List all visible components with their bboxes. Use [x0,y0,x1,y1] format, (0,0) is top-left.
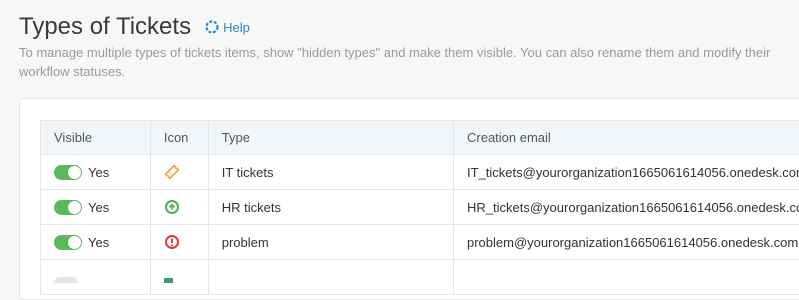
email-cell: IT_tickets@yourorganization1665061614056… [454,155,799,190]
type-cell[interactable]: HR tickets [208,190,453,225]
type-icon[interactable] [164,278,173,283]
email-cell: problem@yourorganization1665061614056.on… [454,225,799,260]
icon-cell [150,260,208,295]
icon-cell [150,155,208,190]
type-cell[interactable] [208,260,453,295]
visible-cell: Yes [41,155,151,190]
page-header: Types of Tickets Help [19,12,250,42]
type-cell[interactable]: problem [208,225,453,260]
visible-label: Yes [88,200,109,215]
exclamation-circle-icon[interactable] [164,234,180,250]
visibility-toggle[interactable] [54,277,78,283]
column-header-creation-email[interactable]: Creation email [454,121,799,155]
circle-arrow-icon[interactable] [164,199,180,215]
table-row: Yes problem problem@yourorganization1665… [41,225,799,260]
title-row: Types of Tickets Help [19,12,250,42]
help-link[interactable]: Help [205,20,250,35]
visibility-toggle[interactable] [54,165,82,180]
visibility-toggle[interactable] [54,235,82,250]
help-icon [205,20,219,34]
icon-cell [150,190,208,225]
visible-cell: Yes [41,225,151,260]
table-row: Yes IT tickets IT_tickets@yourorganizati… [41,155,799,190]
type-cell[interactable]: IT tickets [208,155,453,190]
email-cell [454,260,799,295]
visible-label: Yes [88,235,109,250]
ticket-types-table: Visible Icon Type Creation email Yes [40,120,799,295]
page-title: Types of Tickets [19,12,191,42]
icon-cell [150,225,208,260]
visible-cell [41,260,151,295]
column-header-visible[interactable]: Visible [41,121,151,155]
help-label[interactable]: Help [223,20,250,35]
column-header-icon[interactable]: Icon [150,121,208,155]
visible-label: Yes [88,165,109,180]
ticket-icon[interactable] [164,164,180,180]
email-cell: HR_tickets@yourorganization1665061614056… [454,190,799,225]
table-header-row: Visible Icon Type Creation email [41,121,799,155]
visible-cell: Yes [41,190,151,225]
table-row [41,260,799,295]
page-description: To manage multiple types of tickets item… [19,43,799,81]
table-row: Yes HR tickets HR_tickets@yourorganizati… [41,190,799,225]
column-header-type[interactable]: Type [208,121,453,155]
visibility-toggle[interactable] [54,200,82,215]
